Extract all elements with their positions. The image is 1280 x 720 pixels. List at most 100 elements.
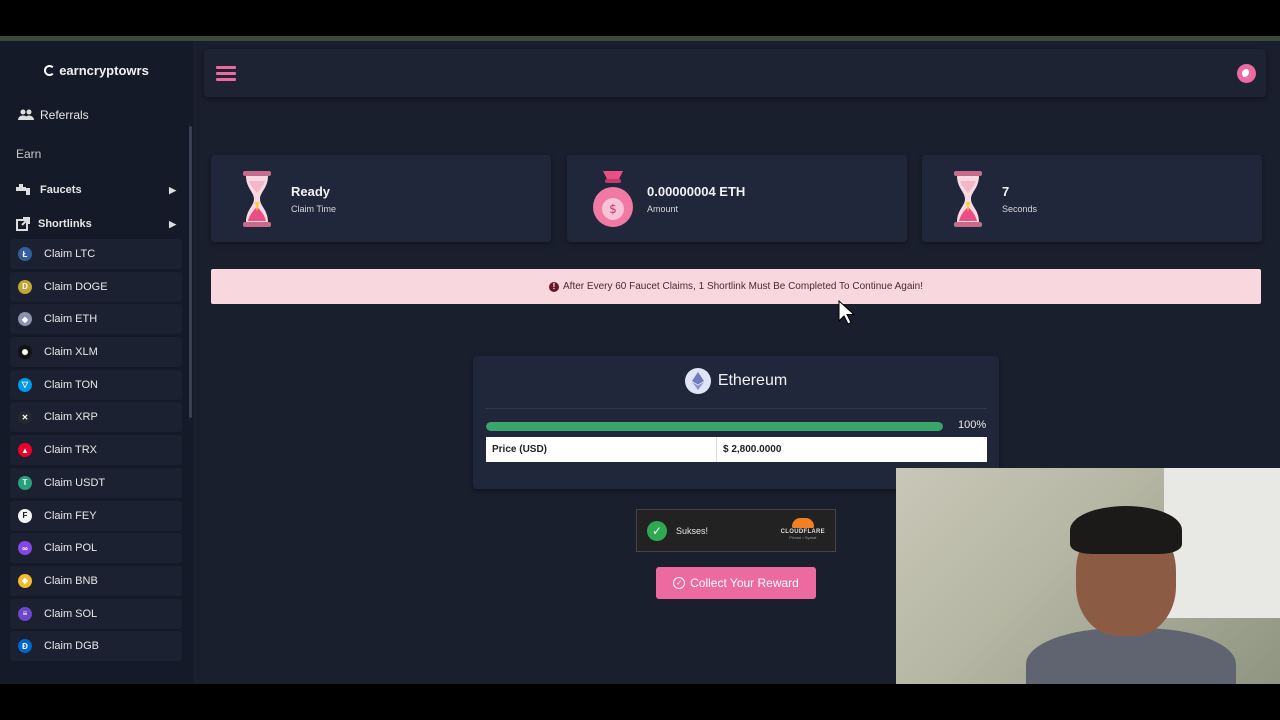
screen: earncryptowrs Referrals Earn Faucets ▶ S… bbox=[0, 0, 1280, 720]
stat-card-claim-time: Ready Claim Time bbox=[211, 155, 551, 242]
sidebar-item-claim[interactable]: T Claim USDT bbox=[10, 467, 182, 498]
coin-icon: ◈ bbox=[18, 573, 32, 588]
alert-text: After Every 60 Faucet Claims, 1 Shortlin… bbox=[563, 281, 923, 292]
stat-card-seconds: 7 Seconds bbox=[922, 155, 1262, 242]
sidebar-item-claim[interactable]: ▽ Claim TON bbox=[10, 369, 182, 400]
chevron-right-icon: ▶ bbox=[169, 184, 176, 195]
coin-icon: ✕ bbox=[18, 410, 32, 425]
collect-reward-button[interactable]: ✓ Collect Your Reward bbox=[656, 567, 816, 599]
sidebar-item-claim[interactable]: ∞ Claim POL bbox=[10, 533, 182, 564]
dark-mode-toggle[interactable] bbox=[1237, 64, 1256, 83]
moon-icon bbox=[1242, 69, 1251, 78]
sidebar-item-label: Claim XRP bbox=[44, 411, 98, 424]
sidebar-item-claim[interactable]: D Claim DOGE bbox=[10, 271, 182, 302]
sidebar-item-label: Claim TRX bbox=[44, 444, 97, 457]
coin-name: Ethereum bbox=[717, 372, 788, 389]
external-link-icon bbox=[16, 217, 30, 231]
sidebar-item-claim[interactable]: F Claim FEY bbox=[10, 500, 182, 531]
price-row: Price (USD) $ 2,800.0000 bbox=[486, 437, 987, 462]
sidebar-item-claim[interactable]: Ł Claim LTC bbox=[10, 239, 182, 269]
presenter bbox=[966, 488, 1236, 684]
price-key: Price (USD) bbox=[486, 437, 717, 462]
sidebar-item-label: Claim LTC bbox=[44, 248, 96, 260]
sidebar-item-label: Claim TON bbox=[44, 378, 98, 391]
logo-icon bbox=[44, 65, 56, 76]
sidebar-item-shortlinks[interactable]: Shortlinks ▶ bbox=[16, 217, 176, 231]
hourglass-icon bbox=[954, 171, 982, 227]
hamburger-menu-icon[interactable] bbox=[216, 66, 236, 82]
brand-logo[interactable]: earncryptowrs bbox=[0, 63, 193, 78]
exclamation-icon: ! bbox=[549, 281, 559, 292]
sidebar-item-label: Claim DGB bbox=[44, 640, 100, 653]
cloudflare-logo: CLOUDFLARE Privasi • Syarat bbox=[781, 518, 825, 540]
sidebar-item-label: Shortlinks bbox=[38, 218, 92, 230]
sidebar-item-label: Claim BNB bbox=[44, 574, 98, 587]
money-bag-icon: $ bbox=[593, 171, 633, 227]
panel-divider bbox=[485, 408, 987, 409]
stat-value: 7 bbox=[1002, 184, 1010, 199]
bottom-band bbox=[0, 684, 1280, 720]
price-value: $ 2,800.0000 bbox=[723, 444, 782, 455]
coin-icon: D bbox=[18, 279, 32, 294]
top-bar bbox=[204, 49, 1266, 97]
coin-icon: Đ bbox=[18, 639, 32, 654]
coin-icon: ≡ bbox=[18, 606, 32, 621]
sidebar-item-claim[interactable]: ◈ Claim BNB bbox=[10, 565, 182, 596]
claim-list: Ł Claim LTC D Claim DOGE ◆ Claim ETH ✺ Claim XL… bbox=[10, 239, 182, 664]
sidebar-scrollbar[interactable] bbox=[189, 126, 192, 418]
sidebar-item-label: Claim POL bbox=[44, 542, 98, 555]
cloud-icon bbox=[791, 518, 814, 528]
webcam-overlay bbox=[896, 468, 1280, 684]
coin-icon: ◆ bbox=[18, 312, 32, 327]
stat-label: Claim Time bbox=[291, 204, 337, 214]
claim-progress-bar bbox=[486, 422, 943, 431]
progress-fill bbox=[486, 422, 943, 431]
sidebar-item-label: Claim USDT bbox=[44, 476, 106, 489]
sidebar: earncryptowrs Referrals Earn Faucets ▶ S… bbox=[0, 41, 193, 684]
sidebar-item-label: Claim DOGE bbox=[44, 280, 108, 293]
check-circle-icon: ✓ bbox=[673, 577, 686, 589]
collect-label: Collect Your Reward bbox=[690, 576, 799, 590]
presenter-body bbox=[1026, 628, 1236, 684]
progress-percent: 100% bbox=[958, 419, 987, 431]
faucet-icon bbox=[16, 184, 30, 195]
stat-label: Amount bbox=[647, 204, 679, 214]
coin-icon: T bbox=[18, 475, 32, 490]
sidebar-item-claim[interactable]: ▲ Claim TRX bbox=[10, 435, 182, 466]
sidebar-item-claim[interactable]: Đ Claim DGB bbox=[10, 631, 182, 662]
sidebar-item-claim[interactable]: ◆ Claim ETH bbox=[10, 304, 182, 335]
coin-icon: Ł bbox=[18, 247, 32, 261]
cloudflare-captcha[interactable]: ✓ Sukses! CLOUDFLARE Privasi • Syarat bbox=[636, 509, 836, 552]
sidebar-section-heading: Earn bbox=[16, 147, 42, 161]
presenter-hair bbox=[1070, 506, 1182, 554]
stat-value: 0.00000004 ETH bbox=[647, 184, 746, 199]
sidebar-item-label: Faucets bbox=[40, 184, 82, 196]
brand-name: earncryptowrs bbox=[59, 63, 149, 78]
sidebar-item-label: Claim SOL bbox=[44, 607, 98, 620]
sidebar-item-label: Referrals bbox=[40, 108, 89, 122]
chevron-right-icon: ▶ bbox=[169, 218, 176, 229]
sidebar-item-label: Claim FEY bbox=[44, 509, 97, 522]
sidebar-item-label: Claim ETH bbox=[44, 313, 98, 326]
coin-icon: ▲ bbox=[18, 443, 32, 458]
checkmark-icon: ✓ bbox=[647, 520, 667, 541]
users-icon bbox=[18, 109, 34, 120]
hourglass-icon bbox=[243, 171, 271, 227]
sidebar-item-claim[interactable]: ✺ Claim XLM bbox=[10, 337, 182, 368]
sidebar-item-claim[interactable]: ≡ Claim SOL bbox=[10, 598, 182, 629]
svg-text:$: $ bbox=[609, 202, 617, 216]
coin-icon: F bbox=[18, 508, 32, 523]
sidebar-item-faucets[interactable]: Faucets ▶ bbox=[16, 184, 176, 196]
shortlink-alert: ! After Every 60 Faucet Claims, 1 Shortl… bbox=[211, 269, 1261, 304]
captcha-status: Sukses! bbox=[676, 525, 709, 536]
sidebar-item-claim[interactable]: ✕ Claim XRP bbox=[10, 402, 182, 433]
coin-icon: ✺ bbox=[18, 345, 32, 360]
captcha-links[interactable]: Privasi • Syarat bbox=[781, 535, 825, 540]
sidebar-item-referrals[interactable]: Referrals bbox=[18, 108, 89, 122]
coin-icon: ▽ bbox=[18, 377, 32, 392]
coin-title: Ethereum bbox=[473, 368, 999, 394]
stat-value: Ready bbox=[291, 184, 331, 199]
mouse-cursor-icon bbox=[838, 300, 854, 325]
coin-icon: ∞ bbox=[18, 541, 32, 556]
sidebar-item-label: Claim XLM bbox=[44, 346, 98, 359]
